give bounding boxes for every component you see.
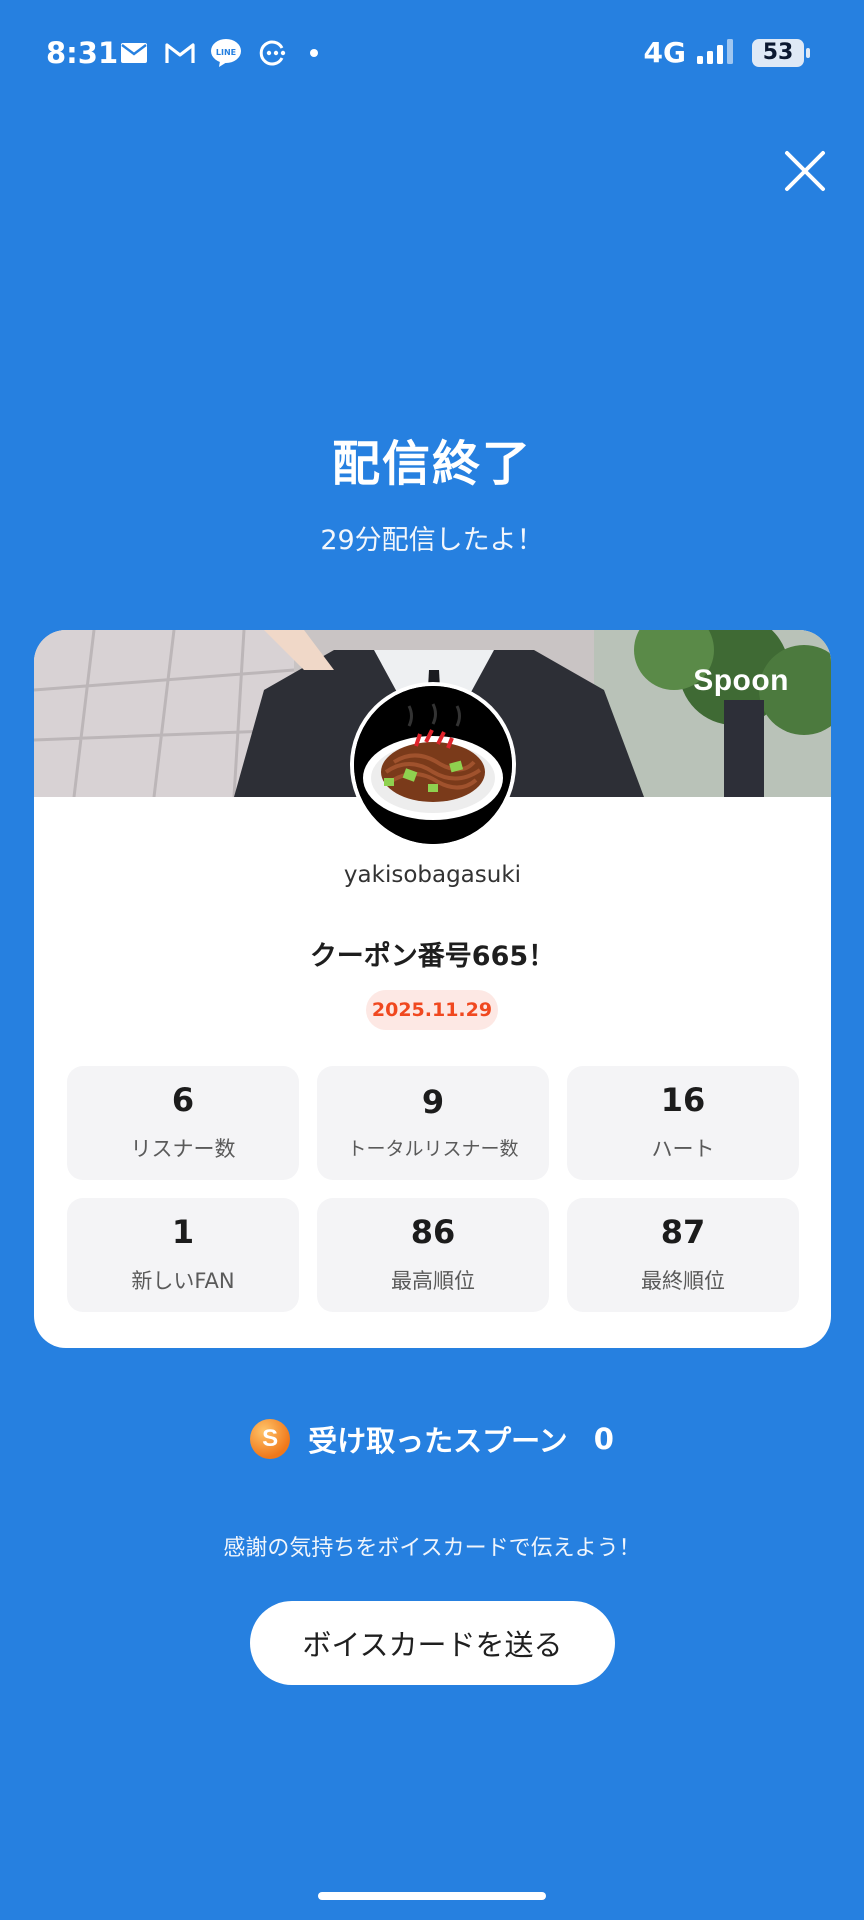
- stat-label: リスナー数: [130, 1136, 236, 1161]
- stat-value: 1: [171, 1213, 195, 1252]
- svg-text:LINE: LINE: [216, 48, 236, 57]
- status-bar: 8:31 LINE 4G 53: [0, 0, 864, 108]
- page-title: 配信終了: [331, 436, 532, 492]
- home-indicator[interactable]: [318, 1892, 546, 1900]
- chat-icon: [256, 38, 288, 68]
- mail-icon: [118, 38, 150, 68]
- stream-duration-text: 29分配信したよ！: [320, 525, 544, 556]
- date-badge: 2025.11.29: [366, 990, 498, 1030]
- stat-listeners: 6 リスナー数: [67, 1066, 299, 1180]
- avatar[interactable]: [350, 682, 516, 848]
- status-right: 4G 53: [643, 36, 810, 69]
- gmail-icon: [164, 38, 196, 68]
- stat-label: 最高順位: [391, 1268, 475, 1293]
- stream-ended-screen: 8:31 LINE 4G 53 配信終了 29分配信したよ！ Spoon yak…: [0, 0, 864, 1920]
- stat-total-listeners: 9 トータルリスナー数: [317, 1066, 549, 1180]
- stream-title: クーポン番号665！: [309, 941, 556, 972]
- battery-indicator: 53: [752, 38, 810, 67]
- signal-icon: [696, 38, 736, 68]
- spoons-received-count: 0: [593, 1422, 614, 1456]
- close-button[interactable]: [780, 146, 830, 196]
- spoons-received-row: S 受け取ったスプーン 0: [0, 1418, 864, 1460]
- result-card: Spoon yakisobagasuki クーポン番号665！ 2025.11.…: [34, 630, 831, 1348]
- username: yakisobagasuki: [343, 862, 522, 888]
- stat-value: 16: [660, 1081, 706, 1120]
- network-label: 4G: [643, 36, 686, 69]
- stat-value: 9: [421, 1082, 445, 1121]
- status-time: 8:31: [46, 36, 119, 70]
- stat-best-rank: 86 最高順位: [317, 1198, 549, 1312]
- notification-icons: LINE: [118, 38, 318, 68]
- spoon-coin-icon: S: [250, 1419, 291, 1459]
- stat-value: 6: [171, 1081, 195, 1120]
- stat-label: 新しいFAN: [131, 1268, 235, 1293]
- stat-label: 最終順位: [641, 1268, 725, 1293]
- stat-hearts: 16 ハート: [567, 1066, 799, 1180]
- line-icon: LINE: [210, 38, 242, 68]
- stat-value: 86: [410, 1213, 456, 1252]
- stat-value: 87: [660, 1213, 706, 1252]
- spoon-brand-logo: Spoon: [693, 664, 789, 697]
- stat-new-fans: 1 新しいFAN: [67, 1198, 299, 1312]
- stat-label: ハート: [651, 1136, 715, 1161]
- send-voice-card-button[interactable]: ボイスカードを送る: [250, 1601, 615, 1685]
- stats-grid: 6 リスナー数 9 トータルリスナー数 16 ハート 1 新しいFAN 86 最…: [67, 1066, 799, 1312]
- close-icon: [785, 151, 825, 191]
- spoons-received-label: 受け取ったスプーン: [308, 1424, 568, 1458]
- stat-final-rank: 87 最終順位: [567, 1198, 799, 1312]
- thanks-message: 感謝の気持ちをボイスカードで伝えよう！: [223, 1536, 641, 1561]
- more-notifications-dot: [310, 49, 318, 57]
- stat-label: トータルリスナー数: [347, 1138, 519, 1161]
